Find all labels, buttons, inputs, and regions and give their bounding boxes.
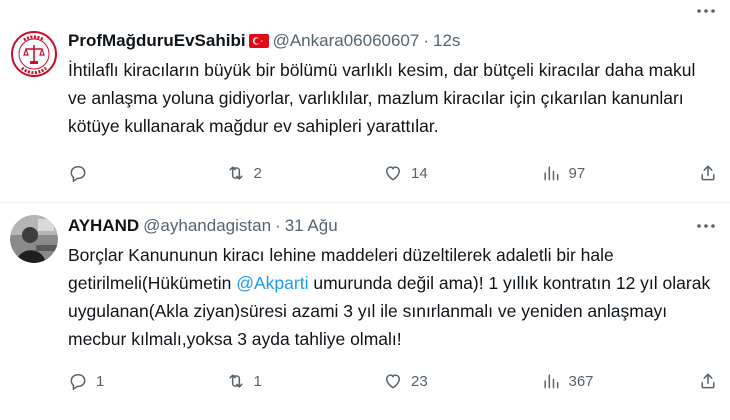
- views-button[interactable]: 97: [541, 163, 601, 183]
- avatar[interactable]: [10, 30, 58, 78]
- ev-sahipleri-logo: [10, 30, 58, 78]
- turkey-flag-icon: [248, 34, 269, 48]
- tweet-feed: ProfMağduruEvSahibi @Ankara06060607 · 12…: [0, 0, 730, 420]
- avatar-column: [10, 30, 68, 202]
- display-name[interactable]: ProfMağduruEvSahibi: [68, 31, 246, 51]
- views-count: 367: [568, 372, 594, 390]
- heart-icon: [386, 166, 400, 181]
- like-button[interactable]: 23: [383, 371, 443, 391]
- views-button[interactable]: 367: [541, 371, 601, 391]
- tweet[interactable]: ProfMağduruEvSahibi @Ankara06060607 · 12…: [0, 0, 730, 203]
- avatar-column: [10, 215, 68, 420]
- retweet-count: 2: [253, 164, 262, 182]
- tweet-text: Borçlar Kanununun kiracı lehine maddeler…: [68, 241, 712, 353]
- reply-icon: [70, 374, 86, 391]
- like-button[interactable]: 14: [383, 163, 443, 183]
- reply-button[interactable]: 1: [68, 371, 128, 391]
- retweet-count: 1: [253, 372, 262, 390]
- share-icon: [701, 373, 715, 389]
- user-handle[interactable]: @ayhandagistan: [143, 216, 271, 236]
- retweet-icon: [228, 166, 243, 180]
- action-bar: 2 14 97: [68, 163, 718, 183]
- reply-count: 1: [96, 372, 105, 390]
- retweet-button[interactable]: 2: [226, 163, 286, 183]
- more-options-icon[interactable]: [694, 0, 718, 22]
- heart-icon: [386, 374, 400, 389]
- avatar[interactable]: [10, 215, 58, 263]
- retweet-button[interactable]: 1: [226, 371, 286, 391]
- action-bar: 1 1 23 367: [68, 371, 718, 391]
- user-photo: [10, 215, 58, 263]
- tweet[interactable]: AYHAND @ayhandagistan · 31 Ağu Borçlar K…: [0, 203, 730, 420]
- timestamp[interactable]: 12s: [433, 31, 460, 51]
- views-icon: [543, 166, 558, 181]
- share-button[interactable]: [698, 371, 718, 391]
- share-icon: [701, 165, 715, 181]
- separator-dot: ·: [423, 31, 430, 50]
- tweet-text-segment: İhtilaflı kiracıların büyük bir bölümü v…: [68, 60, 696, 136]
- separator-dot: ·: [275, 216, 281, 235]
- views-count: 97: [568, 164, 586, 182]
- tweet-text: İhtilaflı kiracıların büyük bir bölümü v…: [68, 56, 712, 140]
- timestamp[interactable]: 31 Ağu: [285, 216, 338, 236]
- tweet-header: ProfMağduruEvSahibi @Ankara06060607 · 12…: [68, 30, 712, 52]
- retweet-icon: [228, 374, 243, 388]
- share-button[interactable]: [698, 163, 718, 183]
- more-options-icon[interactable]: [694, 215, 718, 237]
- reply-button[interactable]: [68, 163, 128, 183]
- tweet-header: AYHAND @ayhandagistan · 31 Ağu: [68, 215, 712, 237]
- views-icon: [543, 374, 558, 389]
- mention-link[interactable]: @Akparti: [236, 273, 308, 293]
- like-count: 14: [411, 164, 428, 182]
- display-name[interactable]: AYHAND: [68, 216, 139, 236]
- reply-icon: [70, 166, 86, 183]
- user-handle[interactable]: @Ankara06060607: [273, 31, 420, 51]
- like-count: 23: [411, 372, 428, 390]
